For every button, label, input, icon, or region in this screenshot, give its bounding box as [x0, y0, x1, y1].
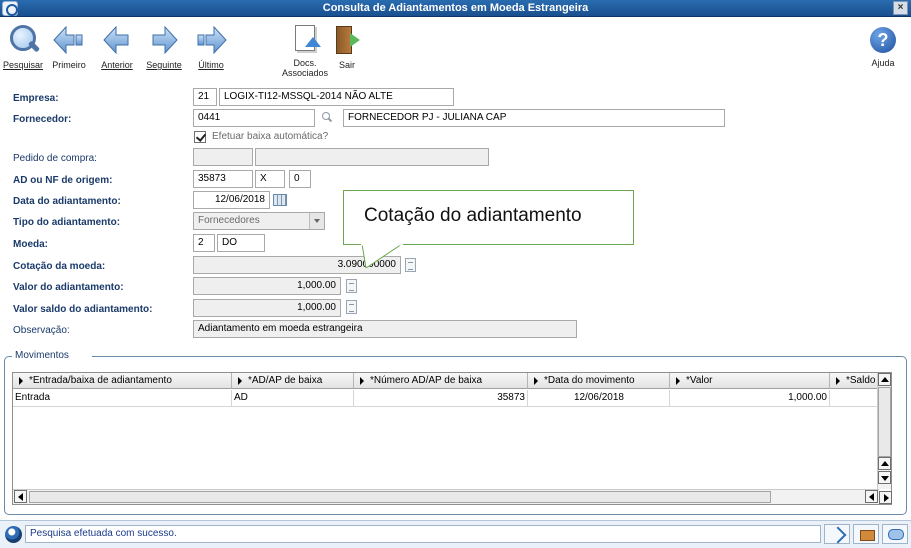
horizontal-scrollbar[interactable]	[13, 489, 879, 504]
window-title: Consulta de Adiantamentos em Moeda Estra…	[322, 2, 589, 14]
data-adiantamento-label: Data do adiantamento:	[13, 196, 121, 207]
table-cell[interactable]: 12/06/2018	[528, 390, 670, 407]
search-label: Pesquisar	[2, 60, 44, 70]
scroll-left-icon[interactable]	[14, 490, 27, 503]
previous-arrow-icon	[100, 23, 134, 57]
first-arrow-icon	[52, 23, 86, 57]
data-adiantamento-field[interactable]: 12/06/2018	[193, 191, 270, 209]
status-icon	[5, 526, 22, 543]
docs-label-line2: Associados	[282, 68, 329, 78]
column-header[interactable]: *AD/AP de baixa	[232, 373, 354, 389]
scroll-left-icon[interactable]	[865, 490, 878, 503]
tipo-adiantamento-select[interactable]: Fornecedores	[193, 212, 325, 230]
callout-text: Cotação do adiantamento	[364, 205, 582, 226]
valor-adiantamento-label: Valor do adiantamento:	[13, 282, 124, 293]
ad-nf-type-field[interactable]: X	[255, 170, 285, 188]
table-cell[interactable]: 35873	[354, 390, 528, 407]
search-lookup-icon[interactable]	[321, 111, 333, 123]
valor-adiantamento-field[interactable]: 1,000.00	[193, 277, 341, 295]
movimentos-title: Movimentos	[12, 350, 92, 361]
first-label: Primeiro	[52, 60, 86, 70]
valor-saldo-label: Valor saldo do adiantamento:	[13, 304, 153, 315]
exit-label: Sair	[338, 60, 355, 70]
status-message: Pesquisa efetuada com sucesso.	[25, 525, 821, 543]
docs-label-line1: Docs.	[293, 58, 317, 68]
scroll-thumb[interactable]	[29, 491, 771, 503]
observacao-label: Observação:	[13, 325, 70, 336]
empresa-code-field[interactable]: 21	[193, 88, 217, 106]
table-cell[interactable]: Entrada	[13, 390, 232, 407]
baixa-automatica-checkbox[interactable]	[194, 131, 206, 143]
scroll-up-icon[interactable]	[878, 373, 891, 386]
moeda-code-field[interactable]: 2	[193, 234, 215, 252]
previous-button[interactable]: Anterior	[94, 23, 140, 75]
table-cell[interactable]: 1,000.00	[670, 390, 830, 407]
associated-docs-button[interactable]: Docs. Associados	[282, 23, 329, 78]
help-icon: ?	[870, 27, 896, 53]
empresa-label: Empresa:	[13, 93, 59, 104]
pedido-compra-field[interactable]	[193, 148, 253, 166]
table-cell[interactable]: AD	[232, 390, 354, 407]
observacao-field[interactable]: Adiantamento em moeda estrangeira	[193, 320, 577, 338]
baixa-automatica-label: Efetuar baixa automática?	[212, 131, 329, 142]
close-button[interactable]: ×	[893, 1, 908, 15]
title-bar: Consulta de Adiantamentos em Moeda Estra…	[0, 0, 911, 17]
toolbar: Pesquisar Primeiro Anterior Seguinte Últ…	[0, 17, 911, 78]
vertical-scrollbar[interactable]	[877, 373, 891, 489]
ad-nf-origem-field[interactable]: 35873	[193, 170, 253, 188]
column-header[interactable]: *Número AD/AP de baixa	[354, 373, 528, 389]
last-arrow-icon	[194, 23, 228, 57]
documents-icon	[288, 23, 322, 57]
status-bar: Pesquisa efetuada com sucesso.	[0, 520, 911, 548]
movimentos-grid: *Entrada/baixa de adiantamento *AD/AP de…	[12, 372, 892, 505]
expand-icon[interactable]	[824, 524, 850, 544]
column-header[interactable]: *Valor	[670, 373, 830, 389]
scroll-down-icon[interactable]	[878, 471, 891, 484]
chevron-down-icon	[309, 213, 324, 229]
scroll-thumb[interactable]	[878, 387, 891, 457]
exit-door-icon	[330, 23, 364, 57]
pedido-compra-label: Pedido de compra:	[13, 153, 97, 164]
tipo-adiantamento-label: Tipo do adiantamento:	[13, 217, 121, 228]
empresa-name-field[interactable]: LOGIX-TI12-MSSQL-2014 NÃO ALTE	[219, 88, 454, 106]
pedido-compra-desc-field[interactable]	[255, 148, 489, 166]
help-label: Ajuda	[871, 58, 895, 68]
fornecedor-code-field[interactable]: 0441	[193, 109, 315, 127]
moeda-label: Moeda:	[13, 239, 48, 250]
first-button[interactable]: Primeiro	[46, 23, 92, 75]
next-button[interactable]: Seguinte	[141, 23, 187, 75]
column-header[interactable]: *Data do movimento	[528, 373, 670, 389]
fornecedor-name-field[interactable]: FORNECEDOR PJ - JULIANA CAP	[343, 109, 725, 127]
ad-nf-origem-label: AD ou NF de origem:	[13, 175, 113, 186]
ad-nf-seq-field[interactable]: 0	[289, 170, 311, 188]
scroll-up-icon[interactable]	[878, 457, 891, 470]
tipo-adiantamento-value: Fornecedores	[198, 215, 260, 226]
callout-pointer	[361, 244, 403, 268]
callout-box: Cotação do adiantamento	[343, 190, 634, 245]
help-button[interactable]: ? Ajuda	[860, 23, 906, 75]
exit-button[interactable]: Sair	[324, 23, 370, 75]
last-label: Último	[198, 60, 224, 70]
chat-icon[interactable]	[882, 524, 908, 544]
fornecedor-label: Fornecedor:	[13, 114, 72, 125]
column-header[interactable]: *Entrada/baixa de adiantamento	[13, 373, 232, 389]
moeda-name-field[interactable]: DO	[217, 234, 265, 252]
column-header[interactable]: *Saldo	[830, 373, 878, 389]
calculator-icon[interactable]	[346, 279, 357, 293]
print-icon[interactable]	[853, 524, 879, 544]
scroll-right-icon[interactable]	[879, 491, 892, 504]
calculator-icon[interactable]	[346, 300, 357, 314]
next-label: Seguinte	[146, 60, 182, 70]
last-button[interactable]: Último	[188, 23, 234, 75]
previous-label: Anterior	[101, 60, 133, 70]
next-arrow-icon	[147, 23, 181, 57]
cotacao-moeda-label: Cotação da moeda:	[13, 261, 106, 272]
calendar-icon[interactable]	[273, 194, 287, 206]
valor-saldo-field[interactable]: 1,000.00	[193, 299, 341, 317]
table-cell[interactable]	[830, 390, 878, 407]
search-button[interactable]: Pesquisar	[0, 23, 46, 75]
search-icon	[6, 23, 40, 57]
